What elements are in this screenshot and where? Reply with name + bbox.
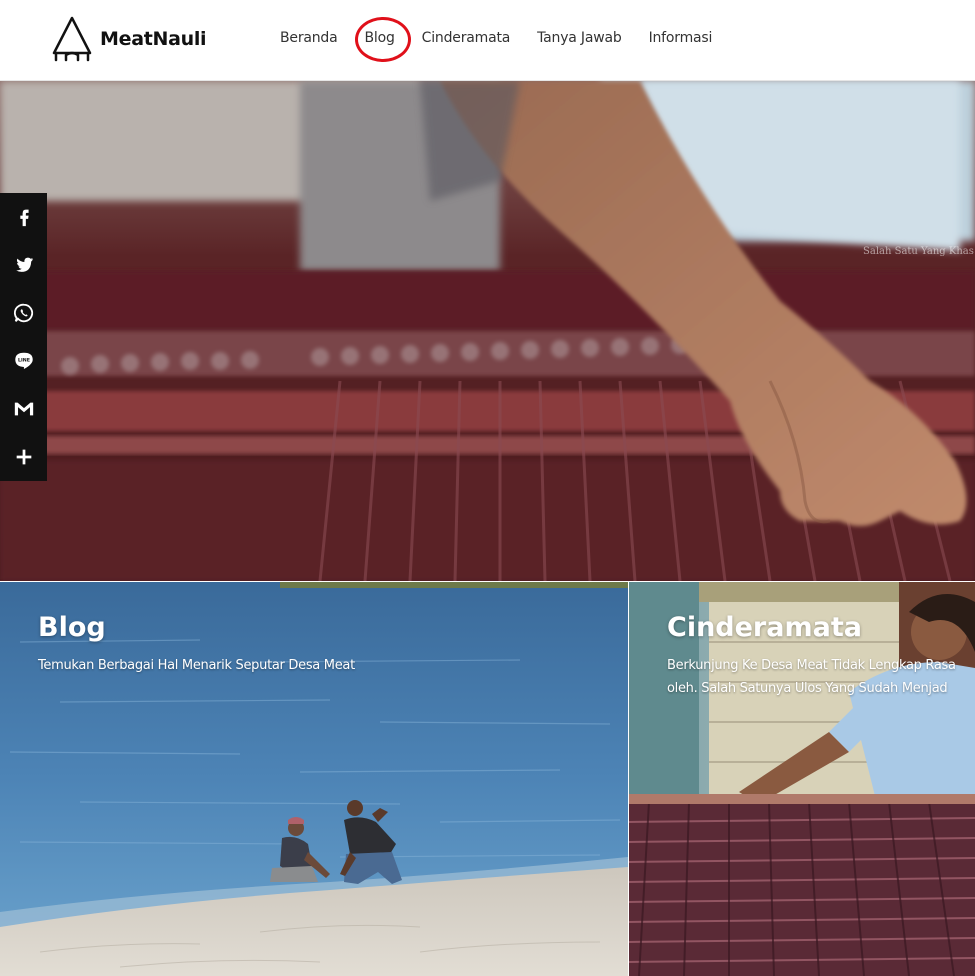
nav-item-beranda[interactable]: Beranda xyxy=(280,30,338,46)
brand-name: MeatNauli xyxy=(100,28,207,50)
hero-caption: Salah Satu Yang Khas Da xyxy=(863,246,975,257)
share-line-button[interactable]: LINE xyxy=(0,337,47,385)
whatsapp-icon xyxy=(13,303,33,323)
weaving-photo xyxy=(0,81,975,581)
blog-card-title: Blog xyxy=(38,612,106,643)
nav-item-informasi[interactable]: Informasi xyxy=(649,30,713,46)
svg-text:LINE: LINE xyxy=(17,357,29,363)
cinderamata-card-description-line1: Berkunjung Ke Desa Meat Tidak Lengkap Ra… xyxy=(667,658,956,673)
share-more-button[interactable] xyxy=(0,433,47,481)
share-bar: LINE xyxy=(0,193,47,481)
brand-logo[interactable]: MeatNauli xyxy=(50,15,207,63)
house-logo-icon xyxy=(52,16,92,62)
nav-item-cinderamata[interactable]: Cinderamata xyxy=(422,30,511,46)
facebook-icon xyxy=(19,209,29,227)
nav-item-blog[interactable]: Blog xyxy=(365,30,395,46)
plus-icon xyxy=(16,449,31,465)
share-facebook-button[interactable] xyxy=(0,193,47,241)
gmail-icon xyxy=(14,402,33,416)
blog-card[interactable]: Blog Temukan Berbagai Hal Menarik Seputa… xyxy=(0,582,628,976)
main-nav: Beranda Blog Cinderamata Tanya Jawab Inf… xyxy=(280,30,739,46)
nav-item-tanya-jawab[interactable]: Tanya Jawab xyxy=(537,30,622,46)
blog-card-description: Temukan Berbagai Hal Menarik Seputar Des… xyxy=(38,658,355,673)
cinderamata-card-title: Cinderamata xyxy=(667,612,862,643)
site-header: MeatNauli Beranda Blog Cinderamata Tanya… xyxy=(0,0,975,81)
cinderamata-card[interactable]: Cinderamata Berkunjung Ke Desa Meat Tida… xyxy=(629,582,975,976)
share-gmail-button[interactable] xyxy=(0,385,47,433)
hero-image: Salah Satu Yang Khas Da xyxy=(0,81,975,581)
twitter-icon xyxy=(15,257,33,272)
share-twitter-button[interactable] xyxy=(0,241,47,289)
line-icon: LINE xyxy=(14,352,33,369)
share-whatsapp-button[interactable] xyxy=(0,289,47,337)
cinderamata-card-description-line2: oleh. Salah Satunya Ulos Yang Sudah Menj… xyxy=(667,681,948,696)
